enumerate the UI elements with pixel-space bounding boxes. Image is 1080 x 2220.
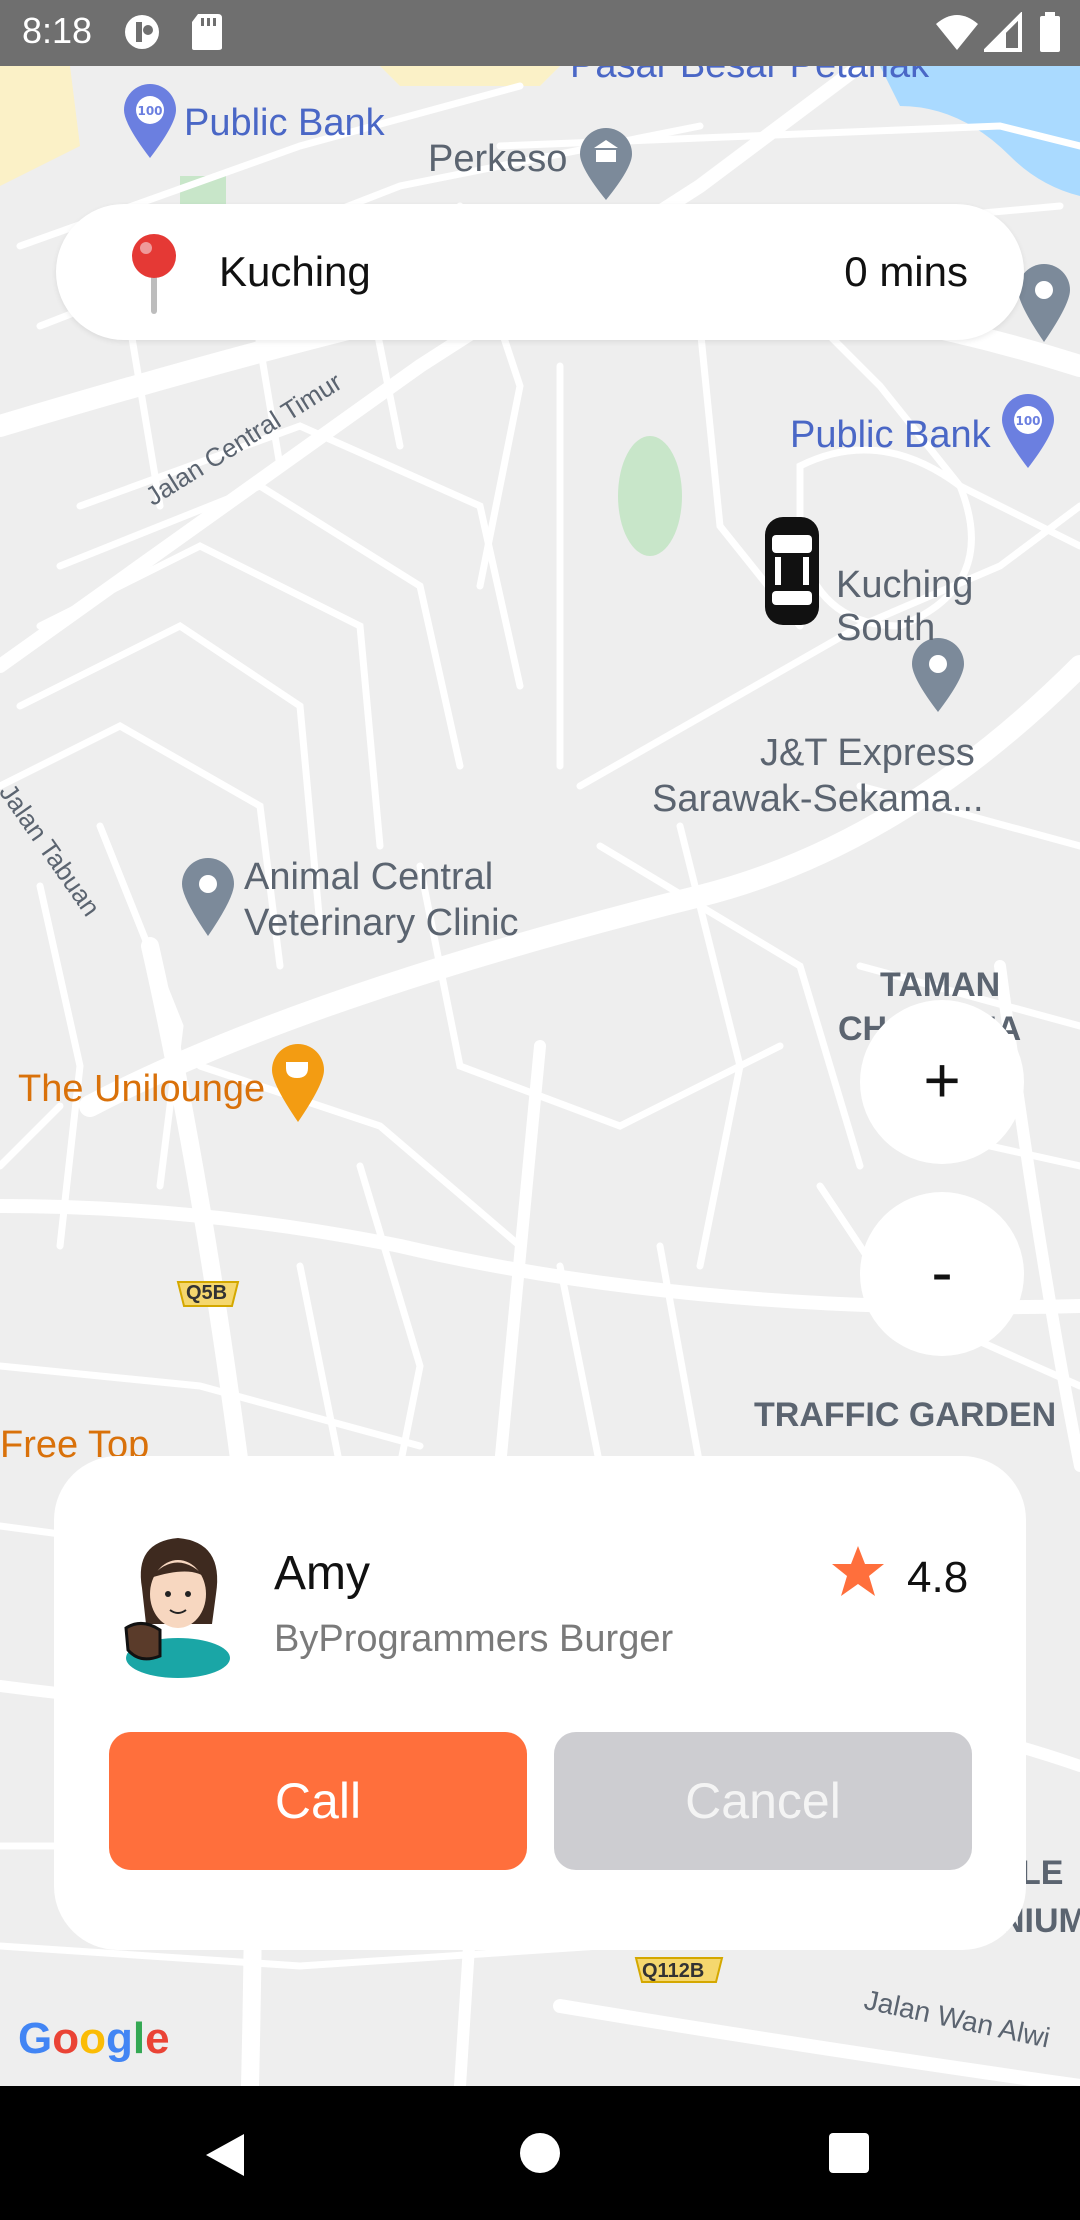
driver-card: Amy ByProgrammers Burger 4.8 Call Cancel xyxy=(54,1456,1026,1950)
system-nav-bar xyxy=(0,2086,1080,2220)
location-pin-icon xyxy=(132,234,176,314)
driver-shop: ByProgrammers Burger xyxy=(274,1618,674,1660)
cafe-pin-icon[interactable] xyxy=(270,1044,326,1124)
driver-name: Amy xyxy=(274,1547,370,1600)
call-button[interactable]: Call xyxy=(109,1732,527,1870)
place-pin-icon[interactable] xyxy=(180,858,236,938)
status-bar: 8:18 xyxy=(0,0,1080,66)
map-label-le: LE xyxy=(1020,1854,1064,1892)
map-label-public-bank: Public Bank xyxy=(790,414,991,456)
route-marker: Q112B xyxy=(642,1960,705,1982)
signal-icon xyxy=(984,12,1022,52)
map-label-traffic-garden: TRAFFIC GARDEN xyxy=(754,1396,1057,1434)
eta-label: 0 mins xyxy=(844,248,968,295)
bank-pin-icon[interactable]: 100 xyxy=(1000,394,1056,470)
place-pin-icon[interactable] xyxy=(1016,264,1072,344)
map-label-unilounge: The Unilounge xyxy=(18,1068,266,1110)
bank-pin-icon[interactable]: 100 xyxy=(122,84,178,160)
car-marker-icon xyxy=(765,517,819,625)
destination-city: Kuching xyxy=(219,248,371,295)
back-icon[interactable] xyxy=(204,2132,246,2178)
map-label-jt-express-2: Sarawak-Sekama... xyxy=(652,778,984,820)
google-logo: Google xyxy=(18,2014,170,2063)
home-icon[interactable] xyxy=(519,2132,561,2174)
zoom-out-button[interactable]: - xyxy=(860,1192,1024,1356)
wifi-icon xyxy=(936,15,978,50)
recents-icon[interactable] xyxy=(828,2132,870,2174)
zoom-in-button[interactable]: + xyxy=(860,1000,1024,1164)
map-label-perkeso: Perkeso xyxy=(428,138,568,180)
svg-text:100: 100 xyxy=(1015,414,1040,428)
cancel-button[interactable]: Cancel xyxy=(554,1732,972,1870)
driver-avatar xyxy=(124,1538,230,1678)
destination-card[interactable]: Kuching 0 mins xyxy=(56,204,1024,340)
battery-icon xyxy=(1040,12,1060,52)
map-label-public-bank: Public Bank xyxy=(184,102,385,144)
svg-text:100: 100 xyxy=(137,104,162,118)
status-time: 8:18 xyxy=(22,10,93,51)
map-label-kuching-south: Kuching South xyxy=(836,564,974,649)
map-label-animal-central: Animal Central xyxy=(244,856,494,898)
star-icon xyxy=(832,1546,884,1596)
map-label-animal-central-2: Veterinary Clinic xyxy=(244,902,519,944)
route-marker: Q5B xyxy=(186,1282,228,1304)
map-label-jt-express: J&T Express xyxy=(760,732,975,774)
sd-card-icon xyxy=(192,14,222,50)
government-pin-icon[interactable] xyxy=(578,128,634,202)
driver-rating: 4.8 xyxy=(907,1553,969,1602)
map-label-pasar: Pasar Besar Petanak xyxy=(570,66,929,87)
notification-icon xyxy=(125,15,159,49)
